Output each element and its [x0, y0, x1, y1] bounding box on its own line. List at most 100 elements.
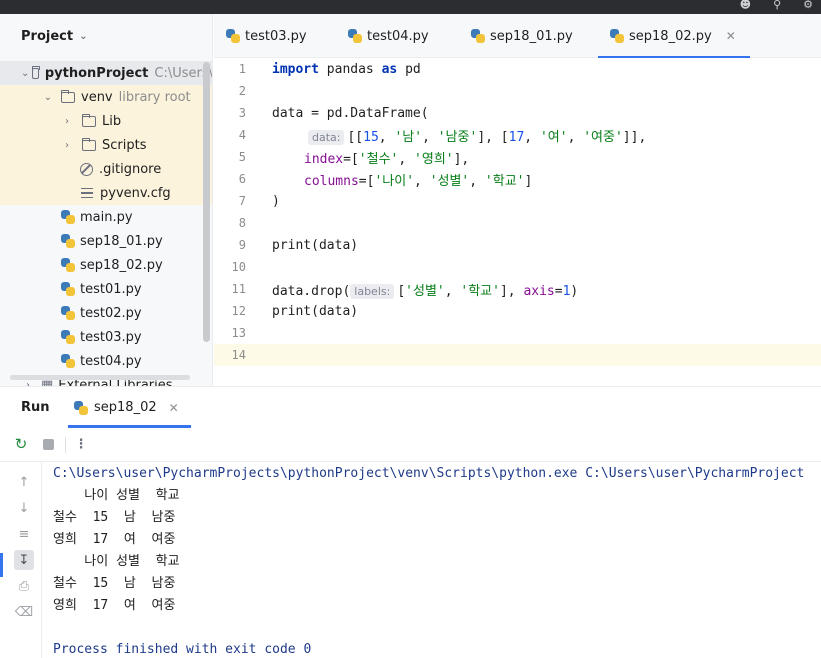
tab-label: test03.py	[245, 28, 307, 44]
code-token: '나이'	[374, 173, 415, 189]
line-number: 6	[238, 172, 246, 186]
tab-sep18-02-py[interactable]: sep18_02.py ✕	[598, 14, 750, 59]
chevron-right-icon[interactable]: ›	[60, 140, 74, 151]
profile-icon[interactable]: ☻	[740, 0, 751, 14]
tree-item-lib[interactable]: › Lib	[0, 109, 212, 133]
tree-item-pythonproject[interactable]: ⌄ pythonProject C:\Users\	[0, 61, 212, 85]
code-token: ,	[444, 283, 461, 299]
code-token: '남'	[394, 129, 423, 145]
arrow-down-icon[interactable]: ↓	[14, 498, 34, 518]
code-token: '성별'	[429, 173, 470, 189]
code-line: 2	[214, 80, 821, 102]
print-icon[interactable]: ⎙	[14, 576, 34, 596]
tree-item-sep18-01-py[interactable]: sep18_01.py	[0, 229, 212, 253]
code-token: ,	[567, 129, 584, 145]
tree-item-label: Scripts	[102, 137, 147, 153]
tree-item-label: test01.py	[80, 281, 142, 297]
chevron-down-icon[interactable]: ⌄	[41, 92, 55, 103]
chevron-down-icon[interactable]: ⌄	[21, 68, 29, 79]
tab-test04-py[interactable]: test04.py	[348, 14, 429, 58]
tab-test03-py[interactable]: test03.py	[226, 14, 307, 58]
stop-icon[interactable]	[40, 436, 56, 452]
code-token: )	[570, 283, 579, 299]
line-number: 11	[231, 282, 246, 296]
line-number: 10	[231, 260, 246, 274]
code-line: 8	[214, 212, 821, 234]
code-token: ,	[469, 173, 485, 189]
chevron-down-icon[interactable]: ⌄	[79, 31, 87, 42]
python-file-icon	[61, 258, 75, 272]
python-file-icon	[61, 306, 75, 320]
console-output[interactable]: C:\Users\user\PycharmProjects\pythonProj…	[53, 462, 821, 658]
code-token: data.drop(	[272, 283, 351, 299]
tree-item-test02-py[interactable]: test02.py	[0, 301, 212, 325]
code-line: 4 data: [[15, '남', '남중'], [17, '여', '여중']…	[214, 124, 821, 146]
tree-item-label: test03.py	[80, 329, 142, 345]
tree-item-main-py[interactable]: main.py	[0, 205, 212, 229]
scroll-to-end-icon[interactable]: ↧	[14, 550, 34, 570]
tree-item-test04-py[interactable]: test04.py	[0, 349, 212, 373]
gear-icon[interactable]: ⚙	[803, 0, 813, 14]
chevron-right-icon[interactable]: ›	[60, 116, 74, 127]
soft-wrap-icon[interactable]: ≡	[14, 524, 34, 544]
code-token: ,	[378, 129, 395, 145]
close-icon[interactable]: ✕	[169, 401, 179, 415]
tree-item-test01-py[interactable]: test01.py	[0, 277, 212, 301]
project-pane-scrollbar[interactable]	[203, 62, 210, 342]
line-number: 9	[238, 238, 246, 252]
code-token: columns	[304, 173, 359, 189]
line-number: 2	[238, 84, 246, 98]
tree-item-label: Lib	[102, 113, 122, 129]
project-tree: ⌄ pythonProject C:\Users\ ⌄ venv library…	[0, 61, 212, 386]
tree-item-venv[interactable]: ⌄ venv library root	[0, 85, 212, 109]
parameter-hint: labels:	[350, 283, 395, 299]
line-number: 3	[238, 106, 246, 120]
tree-item-gitignore[interactable]: .gitignore	[0, 157, 212, 181]
tab-label: sep18_02.py	[629, 28, 712, 44]
run-toolbar: ↻ ⋮	[0, 428, 821, 462]
python-file-icon	[348, 29, 362, 43]
run-panel-header: Run sep18_02 ✕	[0, 387, 821, 428]
tree-item-sep18-02-py[interactable]: sep18_02.py	[0, 253, 212, 277]
tree-item-label: pyvenv.cfg	[100, 185, 171, 201]
folder-icon	[82, 113, 96, 127]
tree-item-label: main.py	[80, 209, 133, 225]
code-token: ],	[453, 151, 470, 167]
project-pane-horizontal-scrollbar[interactable]	[10, 375, 190, 380]
tree-item-scripts[interactable]: › Scripts	[0, 133, 212, 157]
project-pane-header[interactable]: Project ⌄	[0, 14, 212, 58]
code-line: 5 index=['철수', '영희'],	[214, 146, 821, 168]
tree-item-label: test04.py	[80, 353, 142, 369]
line-number: 7	[238, 194, 246, 208]
folder-icon	[82, 137, 96, 151]
search-icon[interactable]: ⚲	[773, 0, 781, 14]
code-token: '성별'	[405, 283, 445, 299]
code-token: ,	[524, 129, 540, 145]
code-token: import	[272, 61, 319, 77]
library-root-label: library root	[118, 89, 191, 105]
code-token: ,	[414, 173, 430, 189]
tree-item-test03-py[interactable]: test03.py	[0, 325, 212, 349]
console-line: 철수 15 남 남중	[53, 576, 176, 591]
python-file-icon	[74, 400, 88, 415]
run-tab-sep18-02[interactable]: sep18_02 ✕	[68, 387, 191, 428]
python-file-icon	[610, 29, 624, 43]
tab-label: test04.py	[367, 28, 429, 44]
code-token: =[	[343, 151, 359, 167]
trash-icon[interactable]: ⌫	[14, 602, 34, 622]
code-token: ], [	[477, 129, 509, 145]
title-bar-icons: ☻ ⚲ ⚙	[740, 0, 813, 14]
python-file-icon	[471, 29, 485, 43]
code-token: ]],	[622, 129, 647, 145]
arrow-up-icon[interactable]: ↑	[14, 472, 34, 492]
rerun-icon[interactable]: ↻	[13, 435, 29, 453]
line-number: 8	[238, 216, 246, 230]
tree-item-pyvenv-cfg[interactable]: pyvenv.cfg	[0, 181, 212, 205]
code-editor[interactable]: 1 import pandas as pd 2 3 data = pd.Data…	[214, 58, 821, 386]
close-icon[interactable]: ✕	[726, 29, 736, 43]
tab-sep18-01-py[interactable]: sep18_01.py	[471, 14, 573, 58]
code-token: [[	[347, 129, 364, 145]
code-token: as	[381, 61, 398, 77]
python-file-icon	[61, 234, 75, 248]
more-options-icon[interactable]: ⋮	[73, 436, 89, 452]
